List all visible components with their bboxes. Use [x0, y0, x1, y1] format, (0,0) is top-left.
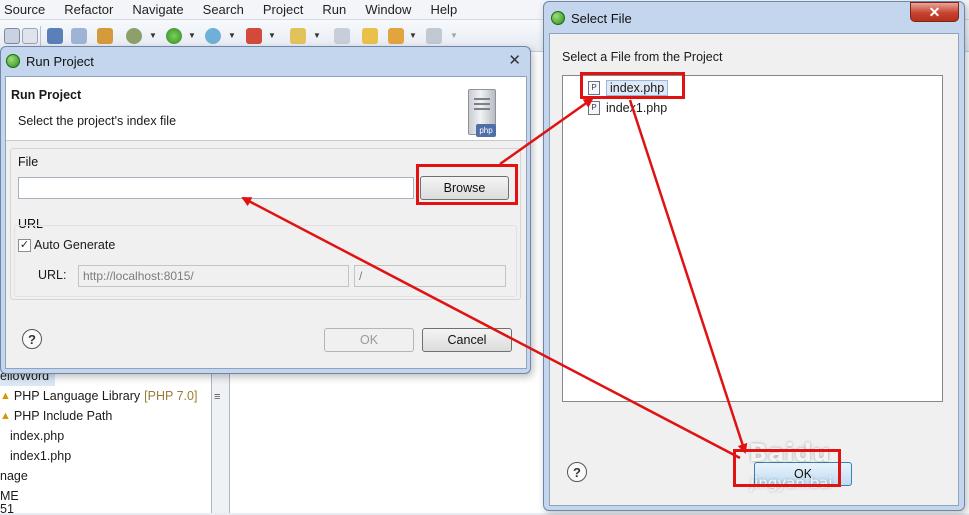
run-dialog-title: Run Project [26, 54, 94, 69]
toolbar-separator [40, 26, 41, 46]
bug-icon[interactable] [126, 28, 142, 44]
highlight-browse [416, 164, 518, 205]
php-file-icon: P [588, 101, 600, 115]
eclipse-app-icon [6, 54, 20, 68]
menu-run[interactable]: Run [312, 2, 355, 17]
menu-window[interactable]: Window [355, 2, 420, 17]
help-icon[interactable]: ? [22, 329, 42, 349]
chevron-down-icon[interactable]: ▼ [450, 31, 458, 40]
tree-item-include-path[interactable]: ▲ PHP Include Path [0, 406, 112, 426]
stop-icon[interactable] [246, 28, 262, 44]
tree-label: 51 [0, 503, 14, 515]
chevron-down-icon[interactable]: ▼ [228, 31, 236, 40]
warning-icon: ▲ [0, 390, 11, 402]
file-list[interactable]: P index.php P index1.php [562, 75, 943, 402]
menu-project[interactable]: Project [253, 2, 312, 17]
run-dialog-header: Run Project Select the project's index f… [6, 77, 526, 141]
select-dialog-title: Select File [571, 11, 632, 26]
tree-item-51[interactable]: 51 [0, 503, 14, 515]
tree-label: PHP Language Library [13, 389, 141, 403]
tree-suffix: [PHP 7.0] [144, 389, 198, 403]
menu-source[interactable]: Source [0, 2, 54, 17]
copy-icon[interactable] [22, 28, 38, 44]
php-badge: php [476, 124, 496, 137]
select-prompt: Select a File from the Project [562, 50, 723, 64]
toggle-icon[interactable] [334, 28, 350, 44]
last-edit-icon[interactable] [362, 28, 378, 44]
file-item-index1-php[interactable]: P index1.php [588, 99, 667, 117]
debug-icon[interactable] [71, 28, 87, 44]
tree-label: nage [0, 469, 28, 483]
chevron-down-icon[interactable]: ▼ [149, 31, 157, 40]
close-icon[interactable]: ✕ [508, 51, 521, 69]
tree-label: ME [0, 489, 19, 503]
run-icon[interactable] [166, 28, 182, 44]
console-icon[interactable] [47, 28, 63, 44]
forward-arrow-icon[interactable] [426, 28, 442, 44]
auto-generate-label: Auto Generate [34, 238, 116, 252]
tree-item-php-library[interactable]: ▲ PHP Language Library [PHP 7.0] [0, 386, 197, 406]
menu-refactor[interactable]: Refactor [54, 2, 122, 17]
pencil-icon[interactable] [290, 28, 306, 44]
back-arrow-icon[interactable] [388, 28, 404, 44]
external-tools-icon[interactable] [205, 28, 221, 44]
file-name: index1.php [606, 101, 668, 115]
file-group-label: File [18, 155, 39, 169]
chevron-down-icon[interactable]: ▼ [409, 31, 417, 40]
warning-icon: ▲ [0, 410, 11, 422]
tree-label: index1.php [10, 449, 72, 463]
tree-item-index1-php[interactable]: index1.php [10, 446, 71, 466]
select-dialog-titlebar[interactable]: Select File [544, 2, 964, 31]
highlight-index-php [580, 72, 685, 99]
run-dialog-body: Run Project Select the project's index f… [5, 76, 527, 369]
chevron-down-icon[interactable]: ▼ [268, 31, 276, 40]
chevron-down-icon[interactable]: ▼ [188, 31, 196, 40]
run-project-dialog: Run Project ✕ Run Project Select the pro… [0, 46, 531, 374]
chevron-down-icon[interactable]: ▼ [313, 31, 321, 40]
minimize-icon[interactable]: ≡ [214, 391, 220, 403]
highlight-ok [733, 449, 841, 487]
header-title: Run Project [11, 88, 82, 102]
menu-navigate[interactable]: Navigate [122, 2, 192, 17]
eclipse-app-icon [551, 11, 565, 25]
ok-button[interactable]: OK [324, 328, 414, 352]
open-type-icon[interactable] [97, 28, 113, 44]
url-base-field[interactable]: http://localhost:8015/ [78, 265, 349, 287]
url-path-field[interactable]: / [354, 265, 506, 287]
tree-item-index-php[interactable]: index.php [10, 426, 64, 446]
tree-item-manage[interactable]: nage [0, 466, 28, 486]
file-path-input[interactable] [18, 177, 414, 199]
cancel-button[interactable]: Cancel [422, 328, 512, 352]
menu-search[interactable]: Search [193, 2, 253, 17]
save-all-icon[interactable] [4, 28, 20, 44]
run-dialog-titlebar[interactable]: Run Project ✕ [1, 47, 530, 76]
select-dialog-body: Select a File from the Project P index.p… [549, 33, 959, 506]
close-icon[interactable]: ✕ [910, 2, 959, 22]
url-label: URL: [38, 268, 67, 282]
help-icon[interactable]: ? [567, 462, 587, 482]
menu-help[interactable]: Help [420, 2, 466, 17]
header-subtitle: Select the project's index file [18, 114, 177, 128]
tree-label: PHP Include Path [13, 409, 113, 423]
auto-generate-checkbox[interactable]: ✓ [18, 239, 31, 252]
tree-label: index.php [10, 429, 65, 443]
